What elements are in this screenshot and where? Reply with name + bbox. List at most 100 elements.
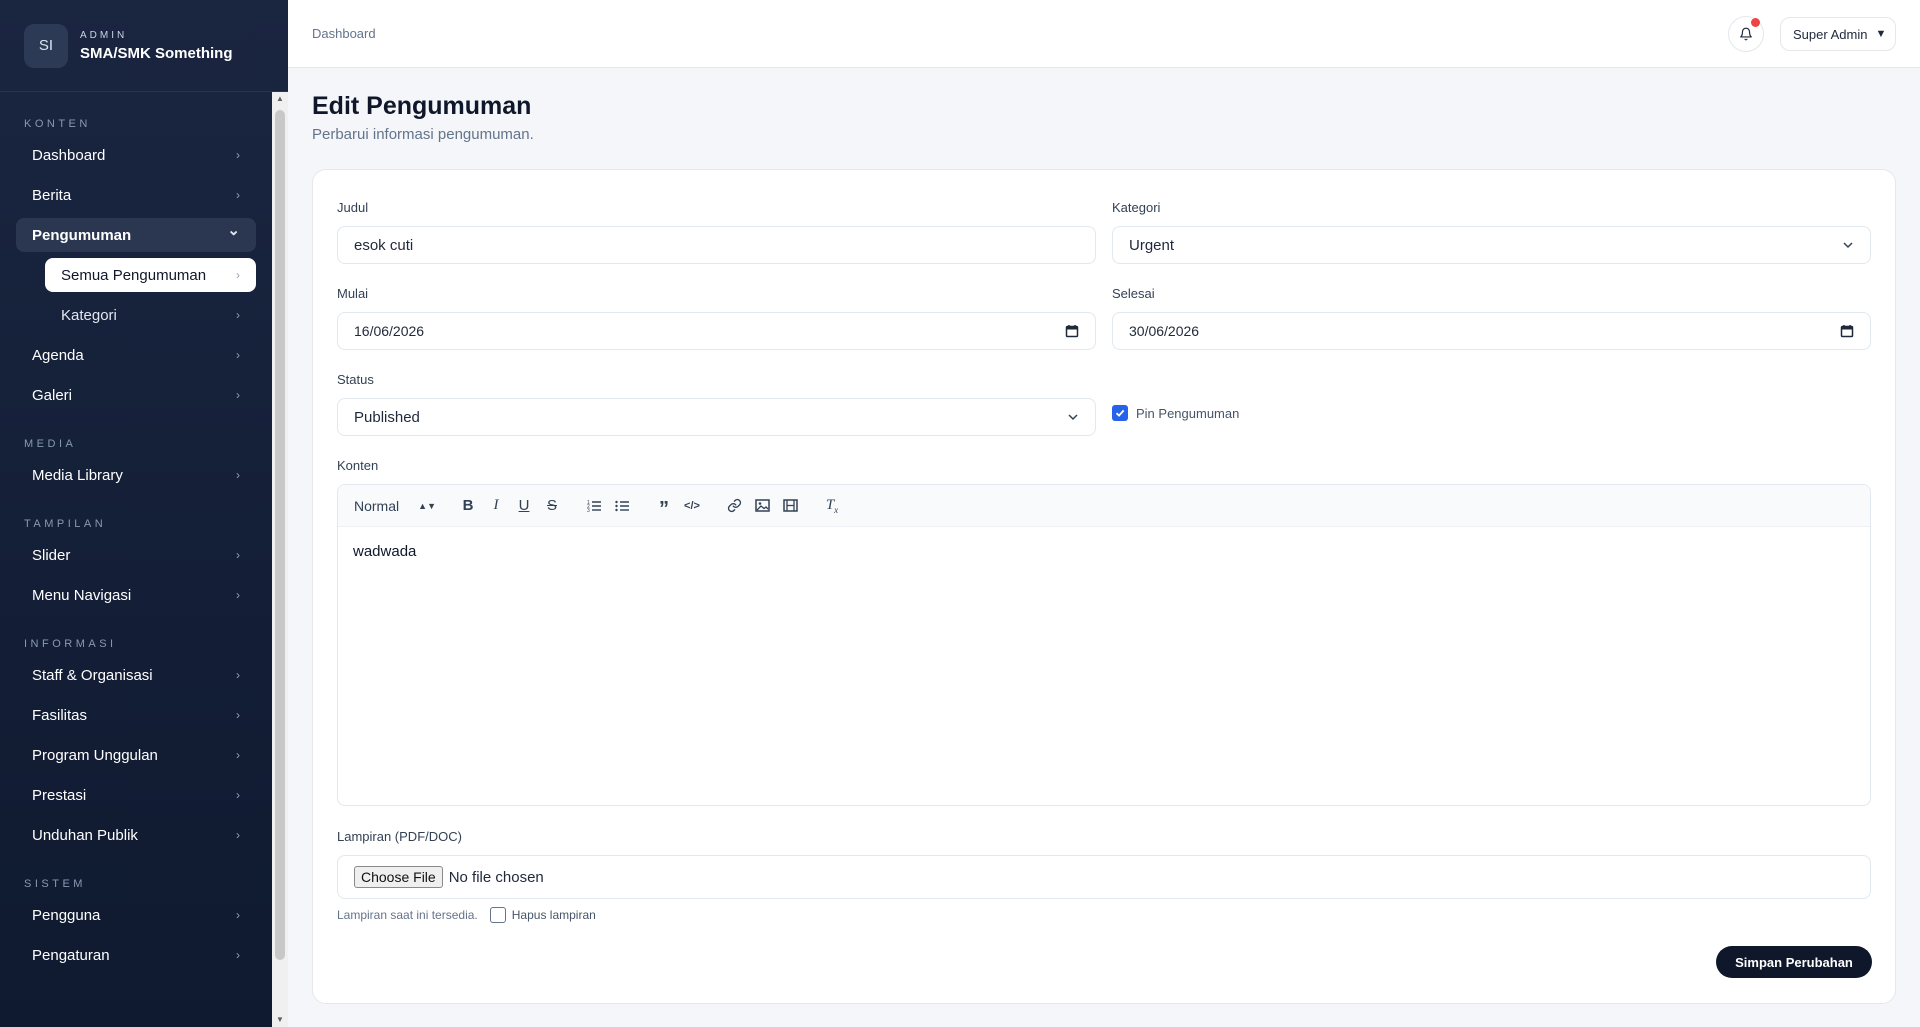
sidebar-subitem-label: Kategori xyxy=(61,306,117,324)
status-select[interactable]: Published xyxy=(337,398,1096,436)
sidebar-nav: KONTEN Dashboard › Berita › Pengumuman ⌄ Semua … xyxy=(0,118,272,972)
selesai-date-input[interactable]: 30/06/2026 xyxy=(1112,312,1871,350)
chevron-down-icon xyxy=(1068,414,1078,421)
sidebar-subitem-kategori[interactable]: Kategori › xyxy=(45,298,256,332)
judul-input[interactable]: esok cuti xyxy=(337,226,1096,264)
bullet-list-button[interactable] xyxy=(608,492,636,520)
chevron-right-icon: › xyxy=(236,948,240,962)
strikethrough-icon: S xyxy=(546,497,557,514)
sidebar-item-label: Pengaturan xyxy=(32,946,110,964)
sidebar-item-menu-navigasi[interactable]: Menu Navigasi › xyxy=(16,578,256,612)
sidebar-item-agenda[interactable]: Agenda › xyxy=(16,338,256,372)
link-button[interactable] xyxy=(720,492,748,520)
page-subtitle: Perbarui informasi pengumuman. xyxy=(312,126,534,143)
chevron-right-icon: › xyxy=(236,308,240,322)
pin-checkbox-row[interactable]: Pin Pengumuman xyxy=(1112,405,1239,421)
sidebar-item-label: Program Unggulan xyxy=(32,746,158,764)
sidebar-item-pengumuman[interactable]: Pengumuman ⌄ xyxy=(16,218,256,252)
user-menu-button[interactable]: Super Admin ▼ xyxy=(1780,17,1896,51)
brand-logo: SI xyxy=(24,23,68,68)
bell-icon xyxy=(1740,27,1752,41)
quote-icon: ” xyxy=(659,497,669,520)
chevron-right-icon: › xyxy=(236,748,240,762)
mulai-date-input[interactable]: 16/06/2026 xyxy=(337,312,1096,350)
clear-format-icon: Tx xyxy=(825,496,839,515)
sidebar-section-tampilan: TAMPILAN xyxy=(24,518,107,530)
sidebar-item-label: Slider xyxy=(32,546,71,564)
notification-button[interactable] xyxy=(1728,16,1764,52)
sidebar-item-label: Fasilitas xyxy=(32,706,88,724)
sidebar-item-dashboard[interactable]: Dashboard › xyxy=(16,138,256,172)
strike-button[interactable]: S xyxy=(538,492,566,520)
editor-toolbar: Normal ▲▼ B I U S 123 ” </> Tx xyxy=(338,485,1870,527)
sidebar-item-prestasi[interactable]: Prestasi › xyxy=(16,778,256,812)
save-button[interactable]: Simpan Perubahan xyxy=(1716,946,1872,978)
ordered-list-icon: 123 xyxy=(587,500,601,513)
sidebar-item-program-unggulan[interactable]: Program Unggulan › xyxy=(16,738,256,772)
chevron-right-icon: › xyxy=(236,588,240,602)
format-value: Normal xyxy=(354,497,400,514)
rich-text-editor[interactable]: Normal ▲▼ B I U S 123 ” </> Tx wadwada xyxy=(337,484,1871,806)
sidebar-item-pengaturan[interactable]: Pengaturan › xyxy=(16,938,256,972)
sidebar-section-media: MEDIA xyxy=(24,438,77,450)
sidebar-item-label: Prestasi xyxy=(32,786,87,804)
sidebar-item-fasilitas[interactable]: Fasilitas › xyxy=(16,698,256,732)
ordered-list-button[interactable]: 123 xyxy=(580,492,608,520)
blockquote-button[interactable]: ” xyxy=(650,492,678,520)
bold-button[interactable]: B xyxy=(454,492,482,520)
format-select[interactable]: Normal ▲▼ xyxy=(354,498,440,514)
bullet-list-icon xyxy=(614,500,629,511)
italic-button[interactable]: I xyxy=(482,492,510,520)
judul-label: Judul xyxy=(337,200,369,215)
kategori-select[interactable]: Urgent xyxy=(1112,226,1871,264)
sidebar-subitem-semua-pengumuman[interactable]: Semua Pengumuman › xyxy=(45,258,256,292)
kategori-value: Urgent xyxy=(1129,236,1175,254)
editor-content[interactable]: wadwada xyxy=(338,527,1870,576)
sidebar-item-staff-and-organisasi[interactable]: Staff & Organisasi › xyxy=(16,658,256,692)
sidebar-item-slider[interactable]: Slider › xyxy=(16,538,256,572)
code-block-button[interactable]: </> xyxy=(678,492,706,520)
sidebar-item-label: Galeri xyxy=(32,386,73,404)
image-icon xyxy=(754,499,770,512)
chevron-right-icon: › xyxy=(236,188,240,202)
chevron-right-icon: › xyxy=(236,668,240,682)
calendar-icon[interactable] xyxy=(1840,324,1854,338)
sidebar-item-pengguna[interactable]: Pengguna › xyxy=(16,898,256,932)
lampiran-file-input[interactable]: Choose File No file chosen xyxy=(337,855,1871,899)
selesai-label: Selesai xyxy=(1112,286,1155,301)
sidebar-item-label: Media Library xyxy=(32,466,123,484)
chevron-right-icon: › xyxy=(236,788,240,802)
sidebar-item-berita[interactable]: Berita › xyxy=(16,178,256,212)
pin-label: Pin Pengumuman xyxy=(1136,405,1240,421)
bold-icon: B xyxy=(462,497,474,514)
clear-format-button[interactable]: Tx xyxy=(818,492,846,520)
breadcrumb[interactable]: Dashboard xyxy=(312,26,376,41)
chevron-right-icon: › xyxy=(236,388,240,402)
chevron-right-icon: › xyxy=(236,908,240,922)
chevron-right-icon: › xyxy=(236,268,240,282)
underline-button[interactable]: U xyxy=(510,492,538,520)
sidebar-section-sistem: SISTEM xyxy=(24,878,86,890)
choose-file-button[interactable]: Choose File xyxy=(354,866,443,888)
scrollbar-thumb[interactable] xyxy=(275,110,285,960)
sidebar-item-galeri[interactable]: Galeri › xyxy=(16,378,256,412)
calendar-icon[interactable] xyxy=(1065,324,1079,338)
video-button[interactable] xyxy=(776,492,804,520)
sidebar-item-media-library[interactable]: Media Library › xyxy=(16,458,256,492)
hapus-lampiran-label[interactable]: Hapus lampiran xyxy=(512,908,596,922)
lampiran-label: Lampiran (PDF/DOC) xyxy=(337,829,462,844)
status-label: Status xyxy=(337,372,374,387)
topbar: Dashboard Super Admin ▼ xyxy=(288,0,1920,68)
judul-value: esok cuti xyxy=(354,236,414,254)
page-title: Edit Pengumuman xyxy=(312,92,532,120)
sidebar-item-unduhan-publik[interactable]: Unduhan Publik › xyxy=(16,818,256,852)
scroll-up-arrow-icon[interactable]: ▲ xyxy=(275,94,285,104)
sidebar: SI ADMIN SMA/SMK Something KONTEN Dashboa… xyxy=(0,0,288,1027)
sidebar-subitem-label: Semua Pengumuman xyxy=(61,266,207,284)
kategori-label: Kategori xyxy=(1112,200,1161,215)
pin-checkbox[interactable] xyxy=(1112,405,1128,421)
image-button[interactable] xyxy=(748,492,776,520)
hapus-lampiran-checkbox[interactable] xyxy=(489,907,506,923)
sidebar-scrollbar[interactable]: ▲ ▼ xyxy=(272,92,288,1027)
scroll-down-arrow-icon[interactable]: ▼ xyxy=(275,1015,285,1025)
